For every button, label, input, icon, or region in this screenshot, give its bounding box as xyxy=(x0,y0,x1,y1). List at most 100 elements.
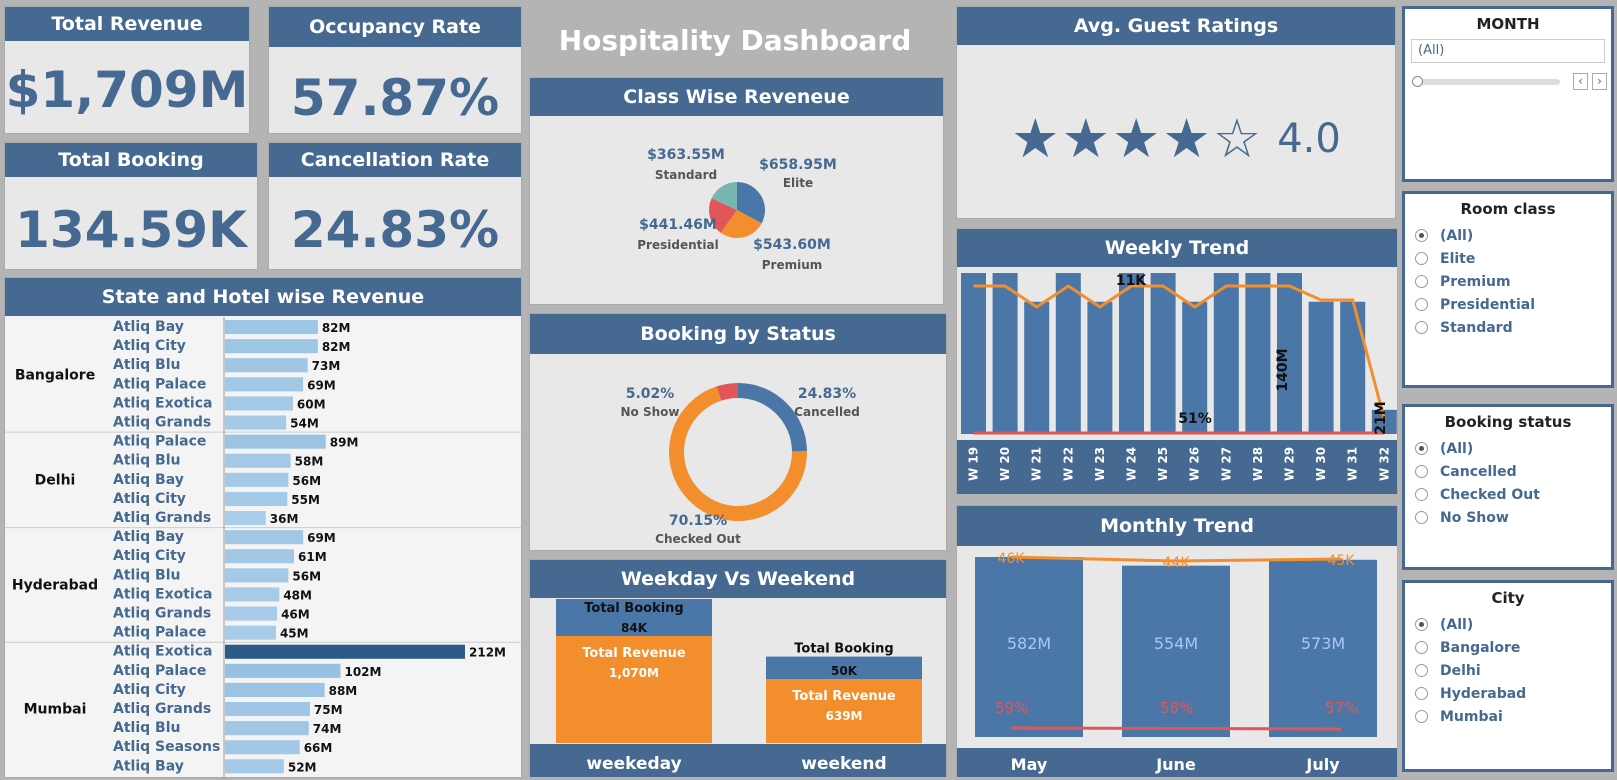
bar-value-label: 58M xyxy=(295,455,324,469)
chart-title: Weekly Trend xyxy=(957,229,1397,267)
room-class-option[interactable]: (All) xyxy=(1405,224,1611,247)
slice-name-label: Presidential xyxy=(637,238,718,252)
dashboard-title: Hospitality Dashboard xyxy=(558,24,912,57)
booking-status-option[interactable]: (All) xyxy=(1405,437,1611,460)
radio-icon[interactable] xyxy=(1415,229,1428,242)
weekly-trend-panel: Weekly Trend W 19 W 20 W 21 W 22 W 23 W 24 W 2… xyxy=(956,228,1398,494)
slice-value-label: $363.55M xyxy=(647,147,725,163)
week-label: W 26 xyxy=(1188,447,1202,481)
occupancy-value-label: 59% xyxy=(995,699,1028,717)
revenue-bar xyxy=(225,587,280,602)
revenue-bar xyxy=(1213,273,1239,434)
hotel-label: Atliq Exotica xyxy=(113,586,212,602)
radio-icon[interactable] xyxy=(1415,618,1428,631)
month-dropdown[interactable]: (All) xyxy=(1411,39,1605,63)
option-label: Delhi xyxy=(1440,662,1481,679)
booking-value-label: 50K xyxy=(831,664,858,678)
radio-icon[interactable] xyxy=(1415,641,1428,654)
city-option[interactable]: Mumbai xyxy=(1405,705,1611,728)
week-label: W 20 xyxy=(998,447,1012,481)
chart-title: Monthly Trend xyxy=(957,506,1397,546)
prev-icon[interactable]: ‹ xyxy=(1573,73,1588,90)
bar-value-label: 54M xyxy=(290,417,319,431)
revenue-bar xyxy=(225,625,276,640)
kpi-value: 57.87% xyxy=(290,69,500,127)
week-label: W 22 xyxy=(1061,447,1075,481)
bookings-value-label: 46K xyxy=(998,551,1026,567)
room-class-options: (All) Elite Premium Presidential Standard xyxy=(1405,224,1611,339)
week-label: W 23 xyxy=(1093,447,1107,481)
revenue-bar xyxy=(1024,301,1050,434)
filter-title: Room class xyxy=(1460,200,1556,218)
city-options: (All) Bangalore Delhi Hyderabad Mumbai xyxy=(1405,613,1611,728)
slider-handle[interactable] xyxy=(1412,76,1423,87)
revenue-bar xyxy=(225,434,326,449)
hotel-label: Atliq Palace xyxy=(113,434,206,450)
booking-status-filter: Booking status (All) Cancelled Checked Out… xyxy=(1402,404,1614,570)
city-option[interactable]: Delhi xyxy=(1405,659,1611,682)
radio-icon[interactable] xyxy=(1415,710,1428,723)
bar-value-label: 45M xyxy=(280,627,309,641)
week-label: W 32 xyxy=(1377,447,1391,481)
bookings-value-label: 44K xyxy=(1163,555,1191,571)
class-revenue-panel: Class Wise Reveneue $658.95M Elite $543.60… xyxy=(529,77,944,305)
kpi-value: 134.59K xyxy=(15,201,247,259)
hotel-label: Atliq City xyxy=(113,491,186,507)
radio-icon[interactable] xyxy=(1415,488,1428,501)
room-class-option[interactable]: Elite xyxy=(1405,247,1611,270)
radio-icon[interactable] xyxy=(1415,511,1428,524)
city-option[interactable]: Hyderabad xyxy=(1405,682,1611,705)
slice-name-label: Checked Out xyxy=(655,532,741,546)
option-label: Premium xyxy=(1440,273,1511,290)
bar-value-label: 75M xyxy=(314,703,343,717)
radio-icon[interactable] xyxy=(1415,275,1428,288)
hotel-label: Atliq Blu xyxy=(113,357,180,373)
radio-icon[interactable] xyxy=(1415,298,1428,311)
kpi-total-revenue: Total Revenue $1,709M xyxy=(4,6,250,134)
revenue-bar xyxy=(1245,273,1271,434)
city-option[interactable]: Bangalore xyxy=(1405,636,1611,659)
week-label: W 25 xyxy=(1156,447,1170,481)
room-class-option[interactable]: Standard xyxy=(1405,316,1611,339)
weekday-weekend-panel: Weekday Vs Weekend Total Booking 84K Total… xyxy=(529,559,947,777)
booking-status-option[interactable]: Cancelled xyxy=(1405,460,1611,483)
revenue-bar xyxy=(225,702,310,717)
revenue-bar xyxy=(225,530,304,545)
series-name-label: Total Booking xyxy=(584,601,683,616)
booking-status-option[interactable]: No Show xyxy=(1405,506,1611,529)
radio-icon[interactable] xyxy=(1415,442,1428,455)
radio-icon[interactable] xyxy=(1415,252,1428,265)
revenue-bar xyxy=(1119,273,1144,434)
slice-name-label: Standard xyxy=(655,168,717,182)
bar-value-label: 60M xyxy=(297,397,326,411)
option-label: (All) xyxy=(1440,440,1474,457)
hotel-label: Atliq Bay xyxy=(113,529,184,545)
radio-icon[interactable] xyxy=(1415,321,1428,334)
revenue-value-label: 582M xyxy=(1007,634,1051,653)
revenue-bar xyxy=(225,358,308,373)
room-class-option[interactable]: Premium xyxy=(1405,270,1611,293)
state-hotel-revenue-panel: State and Hotel wise Revenue Bangalore At… xyxy=(4,277,522,778)
next-icon[interactable]: › xyxy=(1592,73,1607,90)
ratings-stars: ★★★★☆ 4.0 xyxy=(957,107,1395,170)
kpi-title: Total Revenue xyxy=(5,7,249,41)
revenue-bar xyxy=(225,491,288,506)
radio-icon[interactable] xyxy=(1415,465,1428,478)
room-class-option[interactable]: Presidential xyxy=(1405,293,1611,316)
class-revenue-chart: $658.95M Elite $543.60M Premium $441.46M Pres… xyxy=(637,147,837,272)
revenue-bar xyxy=(225,511,266,526)
slice-name-label: Cancelled xyxy=(794,405,860,419)
annotation-label: 21M xyxy=(1373,401,1389,434)
filter-title: MONTH xyxy=(1476,15,1540,33)
category-label: weekeday xyxy=(586,754,681,774)
booking-status-option[interactable]: Checked Out xyxy=(1405,483,1611,506)
radio-icon[interactable] xyxy=(1415,664,1428,677)
month-slider[interactable] xyxy=(1412,76,1560,87)
hotel-label: Atliq Palace xyxy=(113,376,206,392)
bar-value-label: 55M xyxy=(291,493,320,507)
revenue-bar xyxy=(1087,301,1113,434)
radio-icon[interactable] xyxy=(1415,687,1428,700)
star-rating-icon: ★★★★☆ xyxy=(1011,107,1264,170)
city-option[interactable]: (All) xyxy=(1405,613,1611,636)
monthly-trend-panel: Monthly Trend 582M May 46K 59% 554M June 44K 58… xyxy=(956,505,1398,777)
